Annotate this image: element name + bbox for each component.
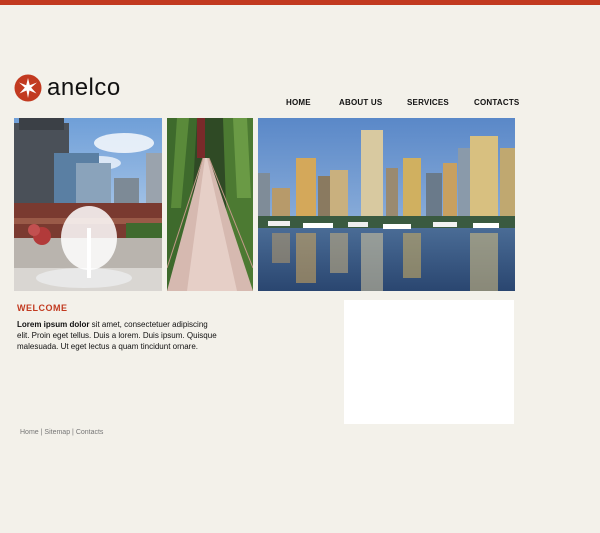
main-nav: HOME ABOUT US SERVICES CONTACTS [0, 98, 600, 110]
footer-link-contacts[interactable]: Contacts [76, 429, 104, 436]
nav-home[interactable]: HOME [286, 98, 311, 107]
brand-name: anelco [47, 74, 121, 101]
top-accent-bar [0, 0, 600, 5]
photo-harbor-skyline [258, 118, 515, 291]
welcome-lead: Lorem ipsum dolor [17, 320, 90, 329]
footer-links: Home | Sitemap | Contacts [20, 429, 103, 436]
nav-services[interactable]: SERVICES [407, 98, 449, 107]
footer-link-sitemap[interactable]: Sitemap [44, 429, 70, 436]
footer-link-home[interactable]: Home [20, 429, 39, 436]
welcome-heading: WELCOME [17, 303, 68, 313]
nav-contacts[interactable]: CONTACTS [474, 98, 519, 107]
content-box [344, 300, 514, 424]
photo-fountain-plaza [14, 118, 162, 291]
welcome-paragraph: Lorem ipsum dolor sit amet, consectetuer… [17, 319, 217, 352]
nav-about-us[interactable]: ABOUT US [339, 98, 382, 107]
photo-suspension-bridge [167, 118, 253, 291]
